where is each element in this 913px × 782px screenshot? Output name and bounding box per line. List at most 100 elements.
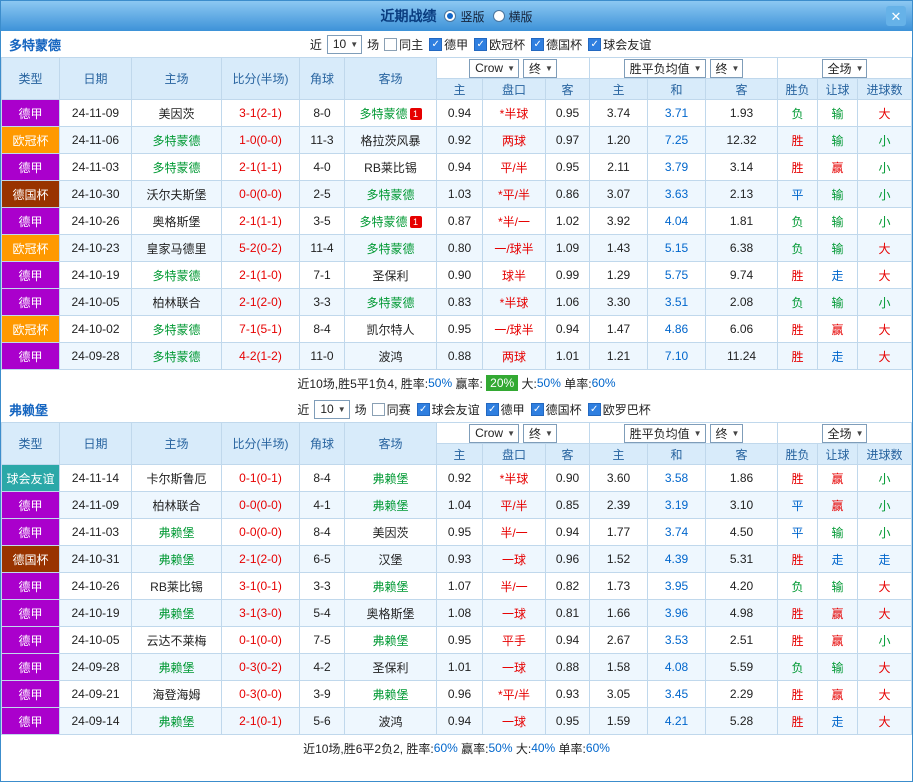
league-filter[interactable]: ✓德甲 <box>486 401 525 418</box>
table-body: 球会友谊24-11-14卡尔斯鲁厄0-1(0-1)8-4弗赖堡0.92*半球0.… <box>2 465 912 735</box>
match-row: 德甲24-11-09柏林联合0-0(0-0)4-1弗赖堡1.04平/半0.852… <box>2 492 912 519</box>
league-filter[interactable]: ✓球会友谊 <box>417 401 480 418</box>
close-button[interactable]: ✕ <box>886 6 906 26</box>
date-cell: 24-10-23 <box>60 235 132 262</box>
col-handicap: 盘口 <box>483 79 546 100</box>
handicap-result-cell: 赢 <box>818 492 858 519</box>
avg-time-select[interactable]: 终 ▼ <box>710 424 744 443</box>
corner-cell: 8-4 <box>300 465 345 492</box>
corner-cell: 3-5 <box>300 208 345 235</box>
odds-away-cell: 0.94 <box>546 627 590 654</box>
odds-home-cell: 0.94 <box>437 100 483 127</box>
goals-result-cell: 大 <box>858 262 912 289</box>
handicap-cell: 一/球半 <box>483 235 546 262</box>
match-count-select[interactable]: 10 ▼ <box>314 400 349 419</box>
odds-home-cell: 1.07 <box>437 573 483 600</box>
match-count-select[interactable]: 10 ▼ <box>327 35 362 54</box>
col-corner: 角球 <box>300 58 345 100</box>
col-type: 类型 <box>2 58 60 100</box>
avg-draw-cell: 4.86 <box>648 316 706 343</box>
avg-draw-cell: 3.95 <box>648 573 706 600</box>
goals-result-cell: 小 <box>858 519 912 546</box>
league-filter[interactable]: ✓欧罗巴杯 <box>588 401 651 418</box>
summary-text: 赢率: <box>458 740 489 757</box>
corner-cell: 4-0 <box>300 154 345 181</box>
chevron-down-icon: ▼ <box>507 429 515 438</box>
away-team-cell: 圣保利 <box>345 654 437 681</box>
summary-text: 40% <box>531 741 555 755</box>
chevron-down-icon: ▼ <box>694 64 702 73</box>
titlebar-center: 近期战绩 竖版 横版 <box>380 6 532 26</box>
odds-time-select[interactable]: 终 ▼ <box>523 59 557 78</box>
avg-draw-cell: 3.51 <box>648 289 706 316</box>
panel-title: 近期战绩 <box>380 6 436 26</box>
select-value: 胜平负均值 <box>630 60 690 77</box>
away-team-cell: 圣保利 <box>345 262 437 289</box>
corner-cell: 4-2 <box>300 654 345 681</box>
handicap-result-cell: 输 <box>818 235 858 262</box>
chevron-down-icon: ▼ <box>507 64 515 73</box>
scope-select[interactable]: 全场 ▼ <box>822 59 868 78</box>
date-cell: 24-11-03 <box>60 519 132 546</box>
league-filter[interactable]: ✓德国杯 <box>531 36 582 53</box>
goals-result-cell: 小 <box>858 289 912 316</box>
match-row: 德甲24-10-26奥格斯堡2-1(1-1)3-5多特蒙德10.87*半/一1.… <box>2 208 912 235</box>
league-filter[interactable]: ✓欧冠杯 <box>474 36 525 53</box>
scope-select[interactable]: 全场 ▼ <box>822 424 868 443</box>
home-team-cell: 海登海姆 <box>132 681 222 708</box>
handicap-cell: 球半 <box>483 262 546 289</box>
league-badge: 德国杯 <box>2 181 60 208</box>
away-team-cell: 格拉茨风暴 <box>345 127 437 154</box>
league-badge: 欧冠杯 <box>2 127 60 154</box>
handicap-result-cell: 赢 <box>818 154 858 181</box>
filter-label: 欧冠杯 <box>489 36 525 53</box>
avg-home-cell: 1.47 <box>590 316 648 343</box>
league-filter[interactable]: 同主 <box>384 36 423 53</box>
avg-type-select[interactable]: 胜平负均值 ▼ <box>624 59 706 78</box>
layout-radio-vertical[interactable]: 竖版 <box>444 8 484 25</box>
filter-label: 德国杯 <box>546 36 582 53</box>
league-badge: 德甲 <box>2 208 60 235</box>
avg-time-select[interactable]: 终 ▼ <box>710 59 744 78</box>
corner-cell: 6-5 <box>300 546 345 573</box>
league-filter[interactable]: ✓球会友谊 <box>588 36 651 53</box>
date-cell: 24-10-19 <box>60 262 132 289</box>
section-summary: 近10场,胜6平2负2, 胜率:60% 赢率:50% 大:40% 单率:60% <box>1 735 912 761</box>
date-cell: 24-11-14 <box>60 465 132 492</box>
near-label: 近 <box>297 401 309 418</box>
odds-company-select[interactable]: Crow ▼ <box>469 424 519 443</box>
table-header: 类型 日期 主场 比分(半场) 角球 客场 Crow ▼ 终 <box>2 423 912 465</box>
odds-time-select[interactable]: 终 ▼ <box>523 424 557 443</box>
league-filter[interactable]: ✓德国杯 <box>531 401 582 418</box>
avg-away-cell: 1.81 <box>706 208 778 235</box>
handicap-cell: 一球 <box>483 654 546 681</box>
team-name: 弗赖堡 <box>9 400 48 419</box>
filter-label: 德甲 <box>501 401 525 418</box>
table-header: 类型 日期 主场 比分(半场) 角球 客场 Crow ▼ 终 <box>2 58 912 100</box>
match-row: 欧冠杯24-11-06多特蒙德1-0(0-0)11-3格拉茨风暴0.92两球0.… <box>2 127 912 154</box>
avg-type-select[interactable]: 胜平负均值 ▼ <box>624 424 706 443</box>
radio-selected-icon <box>444 10 456 22</box>
score-cell: 1-0(0-0) <box>222 127 300 154</box>
col-avg-draw: 和 <box>648 79 706 100</box>
col-home: 主场 <box>132 58 222 100</box>
col-avg-away: 客 <box>706 444 778 465</box>
score-cell: 2-1(1-0) <box>222 262 300 289</box>
layout-radio-horizontal[interactable]: 横版 <box>493 8 533 25</box>
handicap-result-cell: 输 <box>818 654 858 681</box>
away-team-cell: 波鸿 <box>345 708 437 735</box>
avg-away-cell: 2.13 <box>706 181 778 208</box>
result-cell: 胜 <box>778 465 818 492</box>
date-cell: 24-11-09 <box>60 492 132 519</box>
red-card-mark: 1 <box>410 216 422 228</box>
corner-cell: 3-9 <box>300 681 345 708</box>
filter-label: 德甲 <box>444 36 468 53</box>
league-filter[interactable]: ✓德甲 <box>429 36 468 53</box>
summary-text: 50% <box>428 376 452 390</box>
odds-company-select[interactable]: Crow ▼ <box>469 59 519 78</box>
away-team-cell: 弗赖堡 <box>345 627 437 654</box>
league-filter[interactable]: 同赛 <box>372 401 411 418</box>
away-team-cell: 多特蒙德 <box>345 235 437 262</box>
result-cell: 平 <box>778 181 818 208</box>
away-team-cell: 多特蒙德 <box>345 289 437 316</box>
